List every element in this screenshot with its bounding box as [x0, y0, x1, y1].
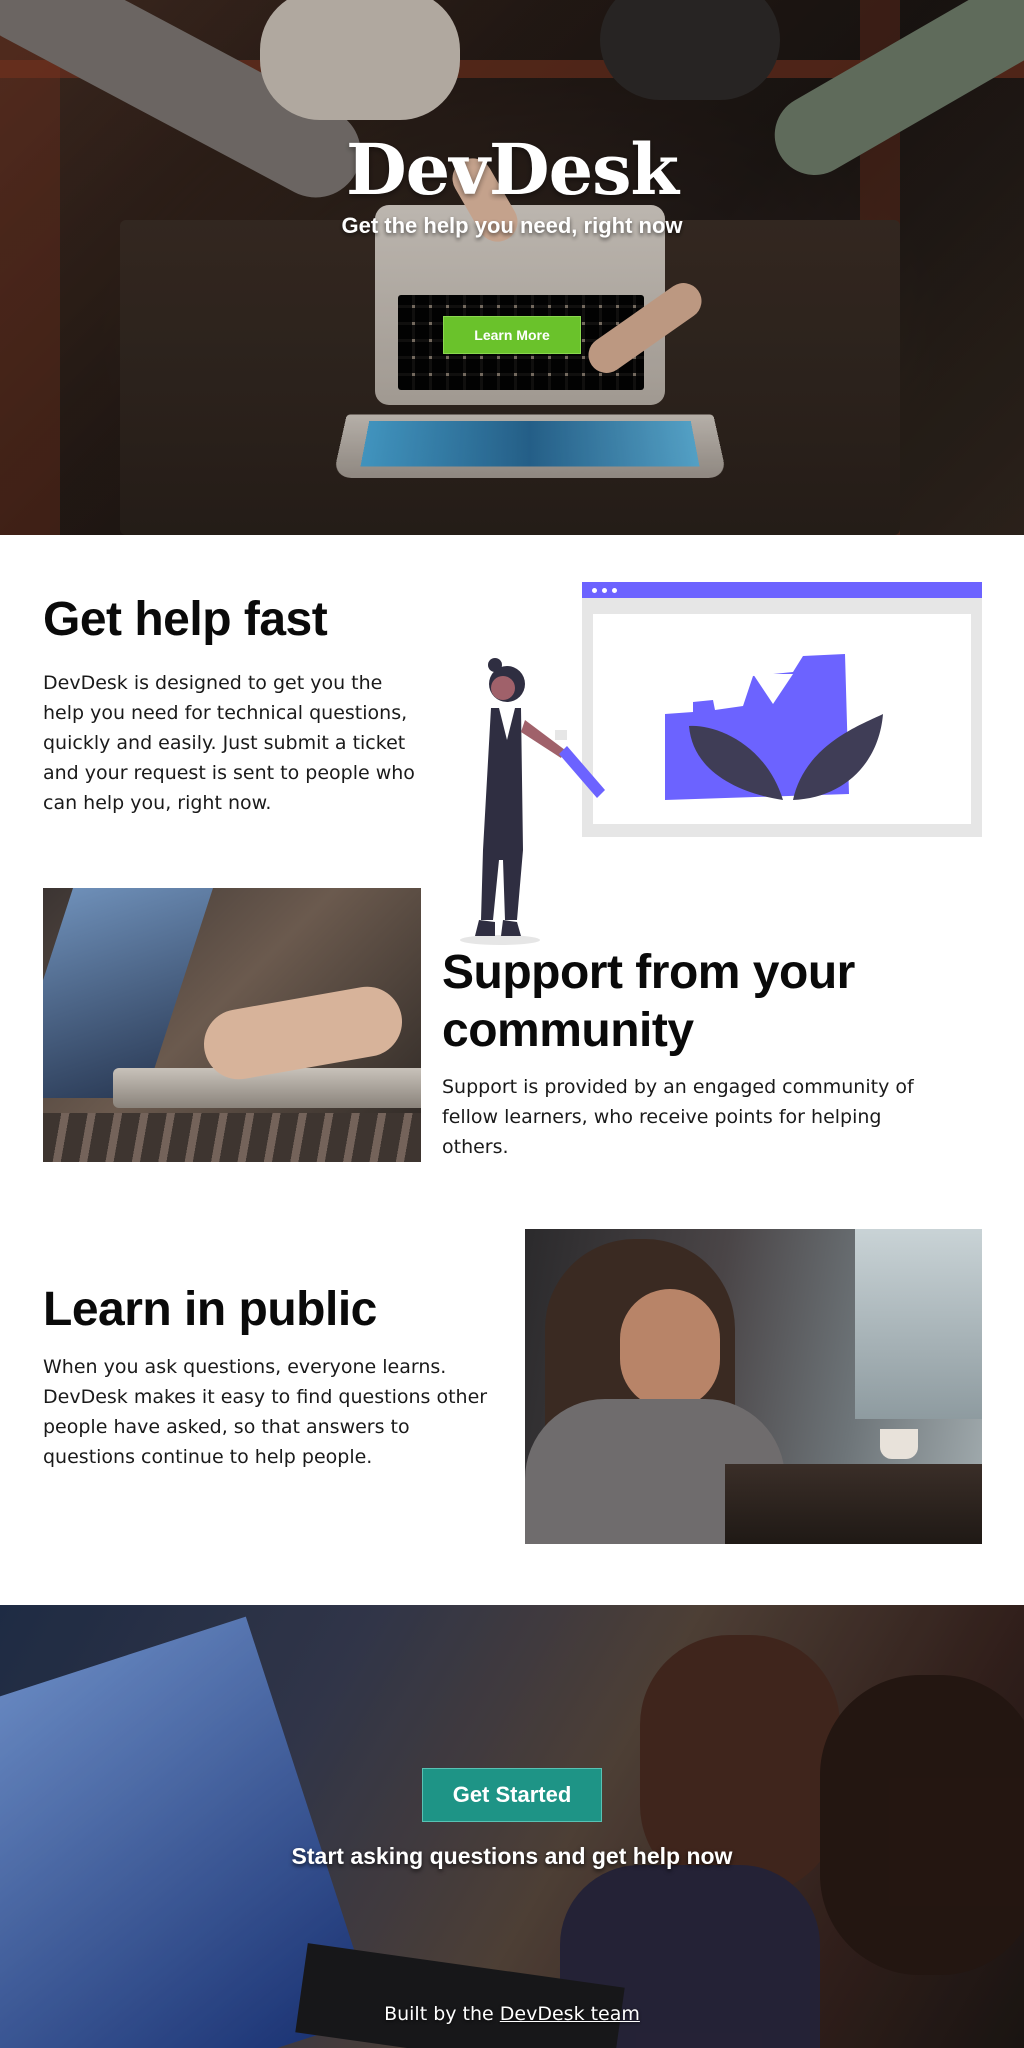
window-light — [855, 1229, 982, 1419]
desk-surface — [43, 1113, 421, 1162]
woman-figure-illustration — [460, 658, 605, 945]
footer-banner — [0, 1605, 1024, 2048]
hero-overlay — [0, 0, 1024, 535]
section-heading-community: Support from your community — [442, 946, 855, 1057]
illustration-canvas — [593, 614, 971, 824]
illustration-browser-window — [582, 582, 982, 837]
laptop-screen — [43, 888, 214, 1098]
footer-tagline: Start asking questions and get help now — [291, 1843, 733, 1869]
footer-credit: Built by the DevDesk team — [0, 2003, 1024, 2025]
illustration-window-bar — [582, 582, 982, 598]
section-text-learn-in-public: When you ask questions, everyone learns.… — [43, 1356, 488, 1468]
section-text-get-help-fast: DevDesk is designed to get you the help … — [43, 672, 415, 814]
laptop-typing-photo — [43, 888, 421, 1162]
window-dot-icon — [602, 588, 607, 593]
hero-title: DevDesk — [345, 128, 679, 211]
woman-at-laptop-photo — [525, 1229, 982, 1544]
hero-subtitle: Get the help you need, right now — [341, 213, 683, 238]
section-heading-get-help-fast: Get help fast — [43, 593, 328, 646]
section-heading-learn-in-public: Learn in public — [43, 1283, 377, 1336]
woman-face — [620, 1289, 720, 1409]
window-dot-icon — [592, 588, 597, 593]
footer-credit-text: Built by the — [384, 2003, 500, 2025]
devdesk-team-link[interactable]: DevDesk team — [500, 2003, 640, 2025]
window-dot-icon — [612, 588, 617, 593]
painted-leaves-graphic — [665, 654, 883, 800]
hero-banner — [0, 0, 1024, 535]
footer-overlay — [0, 1605, 1024, 2048]
coffee-cup — [880, 1429, 918, 1459]
get-started-button[interactable]: Get Started — [422, 1768, 602, 1822]
section-text-community: Support is provided by an engaged commun… — [442, 1076, 914, 1158]
table — [725, 1464, 982, 1544]
learn-more-button[interactable]: Learn More — [443, 316, 581, 354]
